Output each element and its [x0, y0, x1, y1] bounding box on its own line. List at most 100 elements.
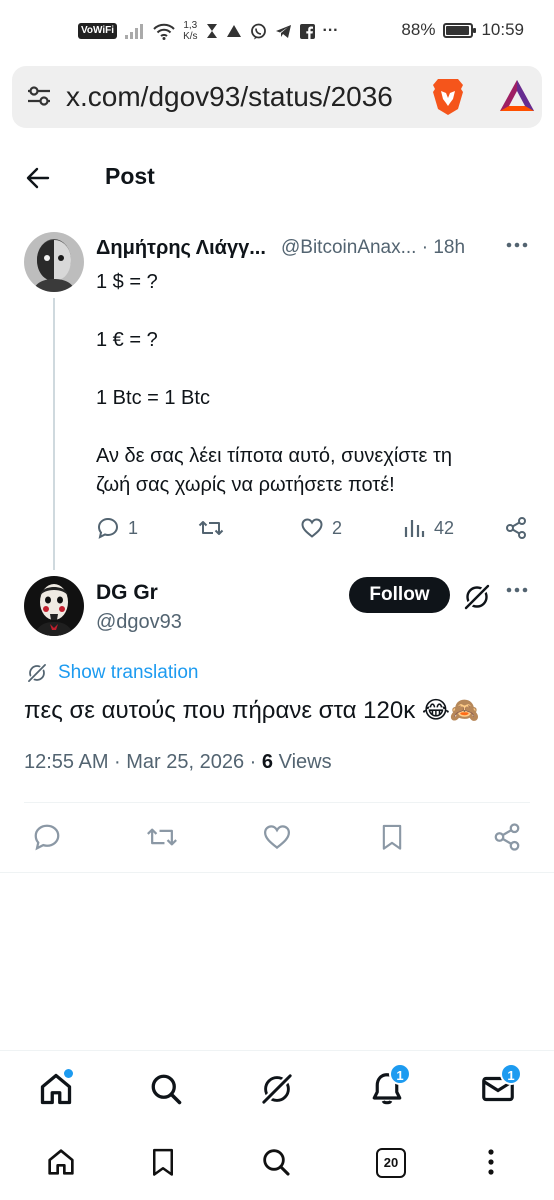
- views-label: Views: [273, 751, 332, 773]
- tweet-line: [96, 355, 536, 384]
- author-name[interactable]: Δημήτρης Λιάγγ...: [96, 237, 266, 260]
- back-arrow-icon[interactable]: [24, 164, 52, 192]
- post-time-ago: · 18h: [421, 237, 466, 258]
- grok-icon[interactable]: [462, 582, 492, 612]
- share-icon: [506, 517, 526, 539]
- show-translation-label: Show translation: [58, 662, 199, 683]
- follow-button[interactable]: Follow: [349, 577, 450, 613]
- site-settings-icon[interactable]: [26, 83, 52, 109]
- share-button[interactable]: [504, 516, 528, 540]
- retweet-icon: [198, 521, 224, 535]
- reply-count: 1: [128, 517, 139, 538]
- vowifi-icon: VoWiFi: [78, 23, 118, 39]
- browser-search-button[interactable]: [260, 1146, 292, 1183]
- battery-icon: [443, 22, 477, 38]
- post-timestamp: 12:55 AM · Mar 25, 2026 ·: [24, 751, 262, 773]
- retweet-icon[interactable]: [146, 822, 178, 852]
- more-notifications-icon: ···: [322, 22, 339, 39]
- avatar-image: [24, 576, 84, 636]
- wifi-icon: [153, 23, 175, 40]
- triangle-icon: [226, 25, 241, 37]
- clock: 10:59: [481, 20, 524, 39]
- share-icon[interactable]: [492, 822, 522, 852]
- bookmark-icon: [153, 1148, 173, 1176]
- divider: [24, 802, 530, 803]
- browser-menu-button[interactable]: [479, 1146, 503, 1183]
- battery-percent: 88%: [401, 20, 436, 39]
- avatar[interactable]: [24, 232, 84, 292]
- bottom-navigation: 1 1: [0, 1050, 554, 1130]
- status-icons-left: VoWiFi 1,3 K/s ···: [78, 20, 339, 42]
- tweet-line: 1 Btc = 1 Btc: [96, 387, 210, 409]
- page-title: Post: [105, 163, 155, 189]
- post-header: Post: [0, 150, 554, 206]
- network-speed-unit: K/s: [183, 31, 198, 42]
- like-count: 2: [332, 517, 343, 538]
- nav-grok[interactable]: [259, 1071, 295, 1112]
- tweet-text[interactable]: 1 $ = ? 1 € = ? 1 Btc = 1 Btc Αν δε σας …: [96, 268, 536, 500]
- messages-badge: 1: [500, 1063, 522, 1085]
- browser-tabs-button[interactable]: 20: [376, 1148, 406, 1178]
- grok-icon: [262, 1074, 292, 1104]
- thread-connector: [53, 298, 55, 570]
- brave-shields-icon[interactable]: [430, 77, 466, 117]
- heart-icon[interactable]: [262, 822, 292, 852]
- network-speed-value: 1,3: [183, 20, 198, 31]
- more-options-icon[interactable]: [506, 587, 528, 593]
- notification-badge: 1: [389, 1063, 411, 1085]
- heart-icon: [301, 518, 323, 538]
- address-bar[interactable]: x.com/dgov93/status/2036: [12, 66, 542, 128]
- grok-icon: [28, 664, 46, 682]
- browser-bookmarks-button[interactable]: [148, 1146, 178, 1183]
- browser-home-button[interactable]: [45, 1146, 77, 1183]
- reply-icon: [97, 517, 119, 539]
- tab-count: 20: [376, 1148, 406, 1178]
- tweet-actions: 1 2 42: [96, 516, 536, 548]
- show-translation-link[interactable]: Show translation: [26, 662, 198, 684]
- retweet-button[interactable]: [198, 516, 232, 540]
- search-icon: [263, 1149, 290, 1176]
- views-count: 42: [434, 517, 455, 538]
- viber-icon: [250, 23, 266, 39]
- brave-rewards-icon[interactable]: [498, 78, 536, 114]
- like-button[interactable]: 2: [300, 516, 342, 540]
- home-icon: [48, 1149, 74, 1175]
- hourglass-icon: [206, 24, 217, 38]
- tweet-text[interactable]: πες σε αυτούς που πήρανε στα 120κ 😂🙈: [24, 694, 480, 728]
- avatar[interactable]: [24, 576, 84, 636]
- tweet-line: ζωή σας χωρίς να ρωτήσετε ποτέ!: [96, 474, 395, 496]
- nav-search[interactable]: [148, 1071, 184, 1112]
- author-name[interactable]: DG Gr: [96, 581, 158, 605]
- author-handle[interactable]: @dgov93: [96, 611, 182, 634]
- avatar-image: [24, 232, 84, 292]
- network-speed: 1,3 K/s: [183, 20, 197, 42]
- status-bar: VoWiFi 1,3 K/s ··· 88% 10:59: [0, 0, 554, 64]
- browser-toolbar: 20: [0, 1130, 554, 1200]
- author-handle: @BitcoinAnax...: [281, 237, 417, 258]
- tweet-meta[interactable]: 12:55 AM · Mar 25, 2026 · 6 Views: [24, 751, 332, 774]
- tweet-line: 1 € = ?: [96, 329, 158, 351]
- analytics-icon: [404, 520, 425, 537]
- overflow-menu-icon: [488, 1149, 494, 1175]
- tweet-line: [96, 297, 536, 326]
- tweet-line: 1 $ = ?: [96, 271, 158, 293]
- reply-icon[interactable]: [32, 822, 62, 852]
- url-text[interactable]: x.com/dgov93/status/2036: [66, 78, 420, 116]
- views-count: 6: [261, 751, 274, 773]
- status-icons-right: 88% 10:59: [401, 20, 524, 40]
- nav-home[interactable]: [38, 1069, 74, 1112]
- bookmark-icon[interactable]: [378, 822, 406, 852]
- tweet-line: [96, 413, 536, 442]
- battery-level: [446, 25, 470, 35]
- views-button[interactable]: 42: [402, 516, 454, 540]
- signal-icon: [125, 24, 144, 39]
- nav-notifications[interactable]: 1: [369, 1063, 411, 1112]
- nav-messages[interactable]: 1: [480, 1063, 522, 1112]
- reply-button[interactable]: 1: [96, 516, 138, 540]
- tweet-actions: [0, 822, 554, 856]
- unread-dot: [64, 1069, 73, 1078]
- divider: [0, 872, 554, 873]
- telegram-icon: [275, 24, 291, 38]
- author-handle-time[interactable]: @BitcoinAnax... · 18h: [281, 237, 465, 259]
- more-options-icon[interactable]: [506, 242, 528, 248]
